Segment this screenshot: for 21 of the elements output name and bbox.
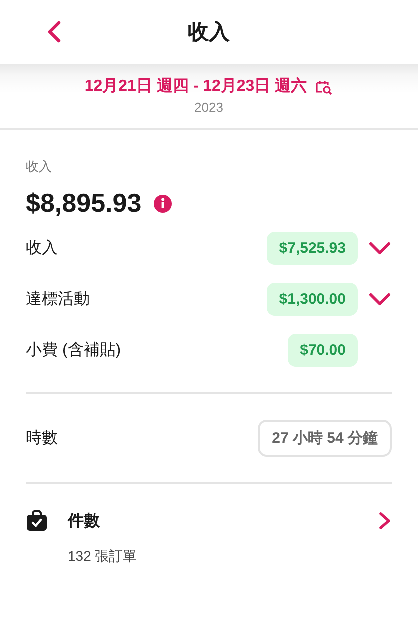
info-icon[interactable] <box>154 194 172 212</box>
earning-label: 收入 <box>26 238 59 259</box>
amount-pill: $1,300.00 <box>267 283 358 316</box>
total-amount: $8,895.93 <box>26 188 142 219</box>
earning-label: 達標活動 <box>26 290 91 310</box>
hours-value: 27 小時 54 分鐘 <box>258 420 392 456</box>
year-label: 2023 <box>194 100 224 115</box>
shopping-bag-check-icon <box>26 510 48 532</box>
section-label: 收入 <box>26 158 53 176</box>
earning-label: 小費 (含補貼) <box>26 340 122 361</box>
date-range[interactable]: 12月21日 週四 - 12月23日 週六 <box>84 76 308 97</box>
back-icon[interactable] <box>46 20 62 44</box>
orders-count: 132 張訂單 <box>68 548 138 566</box>
chevron-down-icon[interactable] <box>368 242 392 256</box>
amount-pill: $70.00 <box>288 334 358 367</box>
orders-label: 件數 <box>68 512 101 532</box>
amount-pill: $7,525.93 <box>267 232 358 265</box>
page-title: 收入 <box>188 20 230 46</box>
chevron-right-icon[interactable] <box>378 511 392 531</box>
hours-label: 時數 <box>26 428 58 448</box>
chevron-down-icon[interactable] <box>368 292 392 306</box>
